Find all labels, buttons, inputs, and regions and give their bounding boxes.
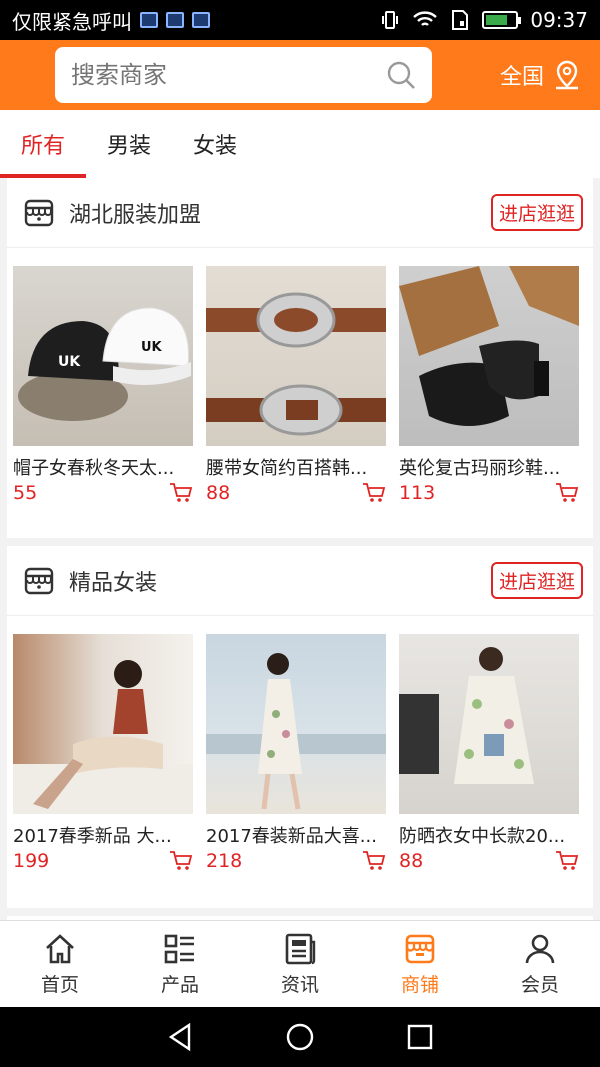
battery-icon bbox=[482, 11, 522, 29]
product-price: 113 bbox=[399, 482, 436, 504]
storefront-icon bbox=[24, 567, 54, 594]
news-icon bbox=[285, 933, 316, 964]
product-name: 腰带女简约百搭韩... bbox=[206, 458, 368, 479]
product-name: 防晒衣女中长款20... bbox=[399, 826, 566, 847]
region-selector[interactable]: 全国 bbox=[500, 59, 582, 91]
product-card[interactable]: 2017春装新品大喜... 218 bbox=[206, 634, 386, 872]
tab-all[interactable]: 所有 bbox=[0, 110, 87, 178]
category-tabs: 所有 男装 女装 bbox=[0, 110, 600, 178]
product-image-model-sitting[interactable] bbox=[13, 634, 193, 814]
product-name: 2017春装新品大喜... bbox=[206, 826, 377, 847]
notification-icon bbox=[140, 12, 158, 28]
storefront-icon bbox=[24, 199, 54, 226]
nav-news-label: 资讯 bbox=[280, 973, 319, 996]
shop-card: 精品女装 进店逛逛 2017春季新品 大... 199 2017春装新品大喜..… bbox=[7, 546, 593, 908]
nav-products-label: 产品 bbox=[160, 973, 199, 996]
product-price: 88 bbox=[399, 850, 424, 872]
cart-icon[interactable] bbox=[362, 482, 386, 504]
cart-icon[interactable] bbox=[555, 482, 579, 504]
product-card[interactable]: 腰带女简约百搭韩... 88 bbox=[206, 266, 386, 504]
tab-women[interactable]: 女装 bbox=[172, 110, 258, 178]
carrier-text: 仅限紧急呼叫 bbox=[12, 9, 132, 34]
product-image-beach-dress[interactable] bbox=[206, 634, 386, 814]
nav-products[interactable]: 产品 bbox=[120, 921, 240, 1007]
shop-list: 湖北服装加盟 进店逛逛 UK UK 帽子女春秋冬天太... 55 腰带女简约百搭… bbox=[0, 178, 600, 920]
product-price: 199 bbox=[13, 850, 50, 872]
product-price: 55 bbox=[13, 482, 38, 504]
enter-shop-button[interactable]: 进店逛逛 bbox=[490, 194, 583, 231]
product-card[interactable]: 2017春季新品 大... 199 bbox=[13, 634, 193, 872]
product-card[interactable]: 英伦复古玛丽珍鞋... 113 bbox=[399, 266, 579, 504]
sim-icon bbox=[452, 10, 469, 30]
search-input[interactable] bbox=[71, 61, 361, 89]
cart-icon[interactable] bbox=[169, 482, 193, 504]
back-icon[interactable] bbox=[165, 1022, 195, 1052]
system-nav-bar bbox=[0, 1007, 600, 1067]
home-icon bbox=[46, 933, 74, 963]
product-image-caps[interactable]: UK UK bbox=[13, 266, 193, 446]
cart-icon[interactable] bbox=[555, 850, 579, 872]
product-name: 帽子女春秋冬天太... bbox=[13, 458, 175, 479]
user-icon bbox=[525, 934, 555, 963]
vibrate-icon bbox=[382, 11, 399, 29]
home-circle-icon[interactable] bbox=[285, 1022, 315, 1052]
shop-card: 湖北服装加盟 进店逛逛 UK UK 帽子女春秋冬天太... 55 腰带女简约百搭… bbox=[7, 178, 593, 538]
region-label: 全国 bbox=[499, 65, 544, 90]
product-name: 英伦复古玛丽珍鞋... bbox=[399, 458, 561, 479]
product-image-belt[interactable] bbox=[206, 266, 386, 446]
status-bar: 仅限紧急呼叫 09:37 bbox=[0, 0, 600, 40]
app-header: 全国 bbox=[0, 40, 600, 110]
usb-icon bbox=[166, 12, 184, 28]
product-price: 218 bbox=[206, 850, 243, 872]
shop-name: 湖北服装加盟 bbox=[69, 202, 202, 228]
product-price: 88 bbox=[206, 482, 231, 504]
search-icon[interactable] bbox=[386, 60, 416, 90]
nav-shops-label: 商铺 bbox=[400, 973, 439, 996]
nav-shops[interactable]: 商铺 bbox=[360, 921, 480, 1007]
cart-icon[interactable] bbox=[362, 850, 386, 872]
nav-member[interactable]: 会员 bbox=[480, 921, 600, 1007]
image-icon bbox=[192, 12, 210, 28]
location-pin-icon bbox=[556, 60, 578, 90]
nav-member-label: 会员 bbox=[520, 973, 559, 996]
product-image-shoes[interactable] bbox=[399, 266, 579, 446]
svg-text:UK: UK bbox=[58, 354, 81, 370]
nav-home[interactable]: 首页 bbox=[0, 921, 120, 1007]
recents-icon[interactable] bbox=[405, 1022, 435, 1052]
product-name: 2017春季新品 大... bbox=[13, 826, 172, 847]
tab-men[interactable]: 男装 bbox=[86, 110, 172, 178]
nav-home-label: 首页 bbox=[40, 973, 79, 996]
search-box[interactable] bbox=[55, 47, 432, 103]
enter-shop-button[interactable]: 进店逛逛 bbox=[490, 562, 583, 599]
nav-news[interactable]: 资讯 bbox=[240, 921, 360, 1007]
clock: 09:37 bbox=[530, 8, 588, 32]
list-icon bbox=[164, 934, 194, 963]
product-card[interactable]: UK UK 帽子女春秋冬天太... 55 bbox=[13, 266, 193, 504]
svg-text:UK: UK bbox=[141, 340, 163, 355]
shop-icon bbox=[405, 934, 435, 963]
wifi-icon bbox=[413, 11, 438, 26]
product-card[interactable]: 防晒衣女中长款20... 88 bbox=[399, 634, 579, 872]
bottom-nav: 首页 产品 资讯 商铺 会员 bbox=[0, 920, 600, 1007]
product-image-sun-coat[interactable] bbox=[399, 634, 579, 814]
cart-icon[interactable] bbox=[169, 850, 193, 872]
shop-name: 精品女装 bbox=[69, 570, 158, 596]
